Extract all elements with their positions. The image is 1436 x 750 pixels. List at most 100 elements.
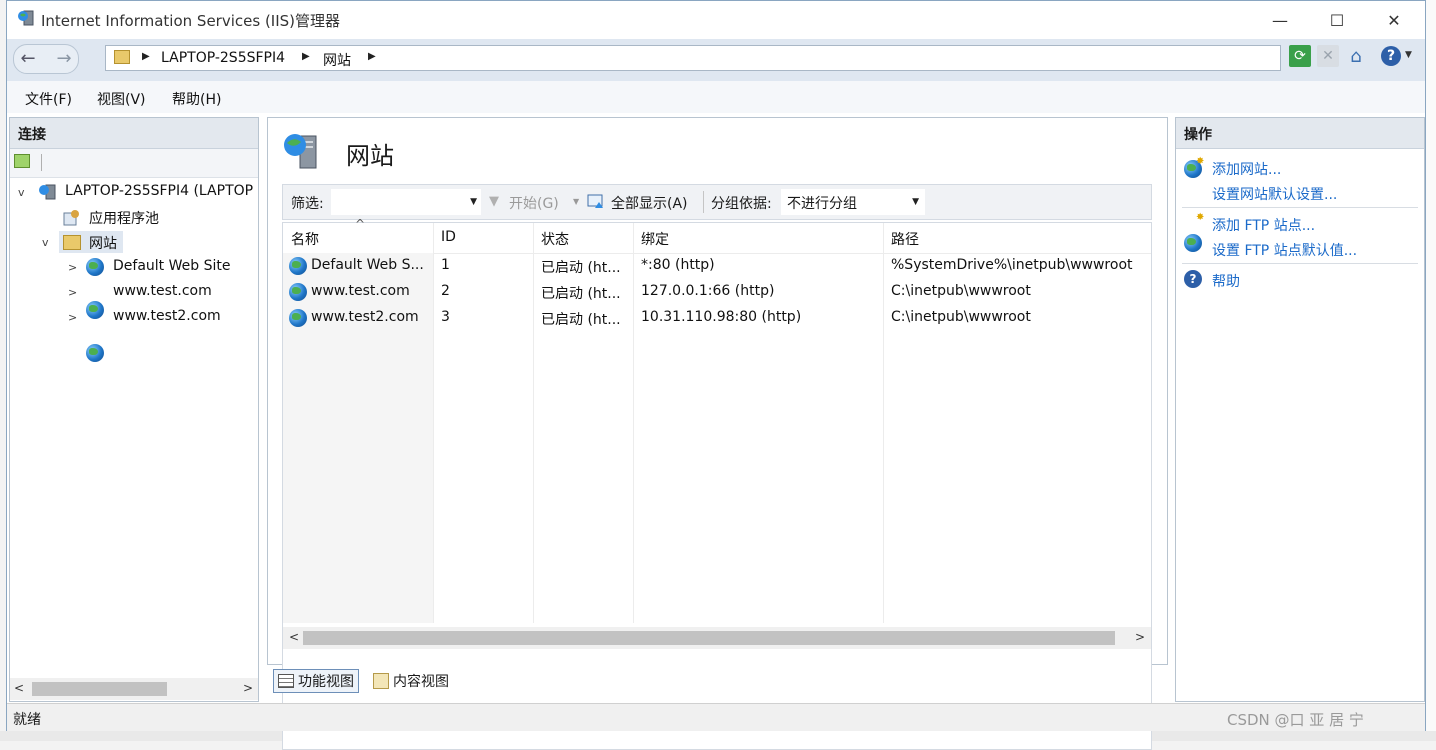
back-arrow-icon[interactable]: ←	[15, 45, 41, 71]
action-ftp-defaults[interactable]: 设置 FTP 站点默认值...	[1212, 240, 1357, 260]
chevron-down-icon[interactable]: ▼	[912, 197, 919, 207]
globe-icon	[86, 258, 104, 276]
table-header	[283, 223, 1151, 254]
address-breadcrumb[interactable]: ▶ LAPTOP-2S5SFPI4 ▶ 网站 ▶	[105, 45, 1281, 71]
site-name: www.test2.com	[311, 309, 419, 325]
filter-dropdown-icon[interactable]: ▼	[470, 197, 477, 207]
table-hscrollbar[interactable]: < >	[283, 627, 1151, 649]
action-add-site[interactable]: 添加网站...	[1212, 159, 1281, 179]
stop-icon[interactable]: ✕	[1317, 45, 1339, 67]
help-dropdown-icon[interactable]: ▼	[1405, 50, 1412, 60]
site-binding: *:80 (http)	[641, 257, 715, 273]
features-view-icon	[278, 674, 294, 688]
collapse-chevron-icon[interactable]: v	[18, 186, 25, 199]
site-id: 1	[441, 257, 450, 273]
menu-view[interactable]: 视图(V)	[97, 89, 146, 109]
refresh-icon[interactable]: ⟳	[1289, 45, 1311, 67]
scroll-left-icon[interactable]: <	[14, 681, 24, 695]
globe-icon	[289, 257, 307, 275]
actions-header: 操作	[1176, 118, 1424, 149]
actions-divider	[1182, 263, 1418, 264]
forward-arrow-icon[interactable]: →	[53, 45, 75, 71]
table-row[interactable]: www.test2.com 3 已启动 (ht... 10.31.110.98:…	[283, 306, 1151, 331]
tree-item-site[interactable]: www.test.com	[113, 283, 212, 299]
globe-icon	[86, 344, 104, 362]
star-icon: ✸	[1196, 156, 1205, 167]
column-header-path[interactable]: 路径	[891, 229, 919, 249]
site-binding: 127.0.0.1:66 (http)	[641, 283, 775, 299]
sites-globe-server-icon	[282, 132, 326, 172]
table-row[interactable]: Default Web S... 1 已启动 (ht... *:80 (http…	[283, 254, 1151, 279]
app-pool-icon	[62, 209, 80, 227]
scroll-left-icon[interactable]: <	[289, 630, 299, 644]
expand-chevron-icon[interactable]: >	[68, 311, 77, 324]
expand-chevron-icon[interactable]: >	[68, 286, 77, 299]
globe-icon	[289, 309, 307, 327]
site-status: 已启动 (ht...	[541, 286, 621, 302]
actions-divider	[1182, 207, 1418, 208]
breadcrumb-arrow-icon: ▶	[142, 51, 150, 62]
column-header-id[interactable]: ID	[441, 229, 456, 245]
collapse-chevron-icon[interactable]: v	[42, 236, 49, 249]
table-row[interactable]: www.test.com 2 已启动 (ht... 127.0.0.1:66 (…	[283, 280, 1151, 305]
site-name: www.test.com	[311, 283, 410, 299]
globe-icon	[86, 301, 104, 319]
menu-help[interactable]: 帮助(H)	[172, 89, 221, 109]
folder-icon	[114, 50, 130, 65]
tree-item-sites[interactable]: 网站	[89, 233, 117, 253]
close-button[interactable]: ✕	[1371, 1, 1417, 39]
tree-item-server[interactable]: LAPTOP-2S5SFPI4 (LAPTOP	[65, 183, 253, 199]
sort-ascending-icon: ^	[355, 217, 366, 231]
breadcrumb-arrow-icon: ▶	[302, 51, 310, 62]
connections-hscrollbar[interactable]: < >	[10, 678, 258, 700]
funnel-icon: ▼	[489, 194, 499, 209]
filter-input[interactable]: ▼	[331, 189, 481, 215]
start-button[interactable]: 开始(G)	[509, 193, 559, 213]
scroll-thumb[interactable]	[303, 631, 1115, 645]
site-id: 2	[441, 283, 450, 299]
connections-pane: 连接 v LAPTOP-2S5SFPI4 (LAPTOP 应用程序池 v 网站 …	[9, 117, 259, 702]
scroll-right-icon[interactable]: >	[243, 681, 253, 695]
site-binding: 10.31.110.98:80 (http)	[641, 309, 802, 325]
tree-item-app-pools[interactable]: 应用程序池	[89, 208, 159, 228]
action-site-defaults[interactable]: 设置网站默认设置...	[1212, 184, 1337, 204]
toolbar-divider	[703, 191, 704, 213]
show-all-icon	[586, 193, 606, 211]
breadcrumb-sites[interactable]: 网站	[323, 50, 351, 70]
action-add-ftp[interactable]: 添加 FTP 站点...	[1212, 215, 1315, 235]
column-header-binding[interactable]: 绑定	[641, 229, 669, 249]
tab-features-view[interactable]: 功能视图	[273, 669, 359, 693]
maximize-button[interactable]: ☐	[1314, 1, 1360, 39]
menu-file[interactable]: 文件(F)	[25, 89, 72, 109]
address-bar-row: ← → ▶ LAPTOP-2S5SFPI4 ▶ 网站 ▶ ⟳ ✕ ⌂ ? ▼	[7, 39, 1425, 81]
group-by-value: 不进行分组	[787, 196, 857, 212]
actions-pane: 操作 ✸ 添加网站... 设置网站默认设置... ✸ 添加 FTP 站点... …	[1175, 117, 1425, 702]
sites-folder-icon	[63, 235, 81, 250]
group-by-select[interactable]: 不进行分组 ▼	[781, 189, 925, 215]
scroll-right-icon[interactable]: >	[1135, 630, 1145, 644]
connect-icon[interactable]	[14, 154, 30, 170]
site-status: 已启动 (ht...	[541, 260, 621, 276]
breadcrumb-server[interactable]: LAPTOP-2S5SFPI4	[161, 50, 285, 66]
expand-chevron-icon[interactable]: >	[68, 261, 77, 274]
filter-toolbar: 筛选: ▼ ▼ 开始(G) ▼ 全部显示(A) 分组依据: 不进行分组 ▼	[282, 184, 1152, 220]
action-help[interactable]: 帮助	[1212, 271, 1240, 291]
show-all-button[interactable]: 全部显示(A)	[611, 193, 688, 213]
column-header-name[interactable]: 名称	[291, 229, 319, 249]
title-bar: Internet Information Services (IIS)管理器 —…	[7, 1, 1425, 39]
tab-content-view[interactable]: 内容视图	[369, 669, 453, 693]
help-icon: ?	[1184, 270, 1202, 288]
home-icon[interactable]: ⌂	[1345, 45, 1367, 67]
site-path: C:\inetpub\wwwroot	[891, 283, 1031, 299]
tree-item-site[interactable]: Default Web Site	[113, 258, 230, 274]
tree-item-site[interactable]: www.test2.com	[113, 308, 221, 324]
site-id: 3	[441, 309, 450, 325]
scroll-thumb[interactable]	[32, 682, 167, 696]
connections-header: 连接	[10, 118, 258, 149]
column-header-status[interactable]: 状态	[541, 229, 569, 249]
help-icon[interactable]: ?	[1381, 46, 1401, 66]
filter-label: 筛选:	[291, 196, 324, 212]
start-dropdown-icon[interactable]: ▼	[573, 197, 579, 206]
minimize-button[interactable]: —	[1257, 1, 1303, 39]
window-title: Internet Information Services (IIS)管理器	[41, 12, 341, 30]
